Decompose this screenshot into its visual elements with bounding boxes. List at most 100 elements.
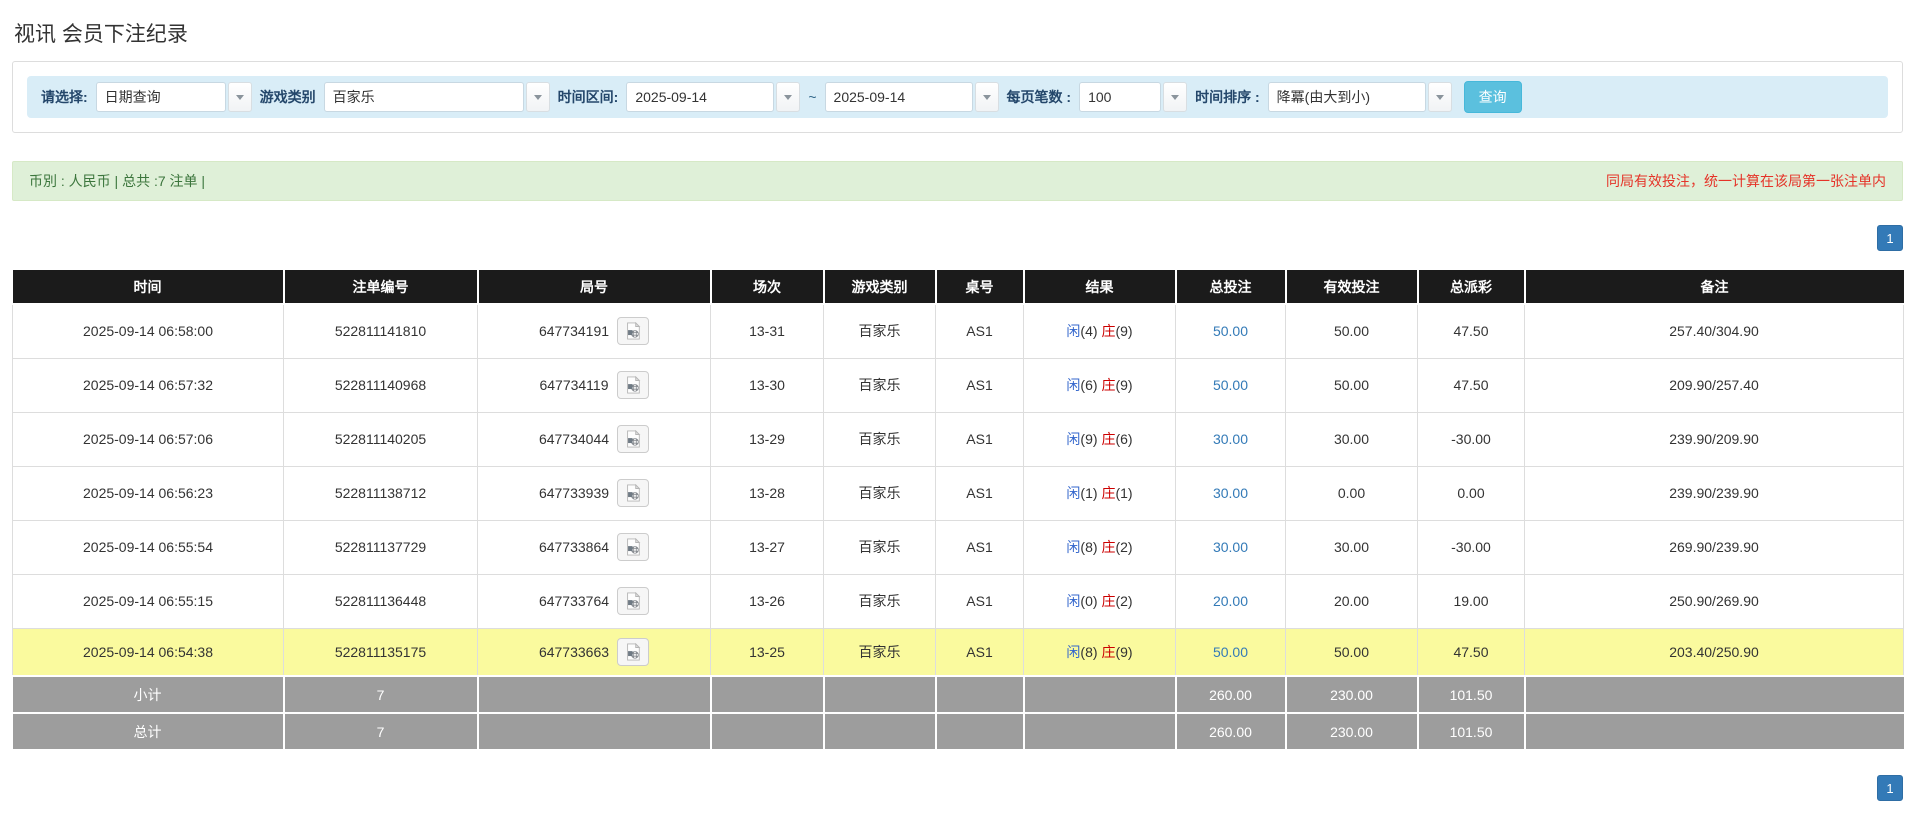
- game-type-label: 游戏类别: [259, 89, 316, 105]
- col-header-session: 场次: [709, 270, 825, 305]
- query-type-combobox[interactable]: 日期查询: [95, 82, 252, 112]
- page-1-button[interactable]: 1: [1877, 775, 1903, 801]
- cell-bet-id: 522811136448: [283, 573, 478, 629]
- grand-total-count: 7: [282, 712, 479, 751]
- player-label: 闲: [1066, 485, 1081, 501]
- select-label: 请选择:: [41, 89, 88, 105]
- video-replay-icon[interactable]: [616, 371, 649, 399]
- video-replay-icon[interactable]: [617, 637, 650, 666]
- chevron-down-icon[interactable]: [1163, 82, 1188, 112]
- chevron-down-icon[interactable]: [974, 82, 999, 112]
- cell-bet-id: 522811135175: [283, 627, 478, 677]
- cell-time: 2025-09-14 06:56:23: [12, 465, 284, 521]
- video-replay-icon[interactable]: [617, 425, 650, 453]
- total-bet-link[interactable]: 30.00: [1213, 539, 1248, 555]
- date-to-value[interactable]: 2025-09-14: [824, 82, 973, 112]
- date-from-value[interactable]: 2025-09-14: [626, 82, 775, 112]
- banker-score: (9): [1115, 323, 1133, 340]
- game-type-value[interactable]: 百家乐: [323, 82, 524, 112]
- banker-label: 庄: [1101, 643, 1116, 660]
- cell-valid-bet: 30.00: [1285, 411, 1418, 467]
- cell-valid-bet: 50.00: [1285, 627, 1418, 677]
- time-range-label: 时间区间:: [557, 89, 619, 105]
- cell-note: 257.40/304.90: [1524, 303, 1904, 359]
- total-bet-link[interactable]: 50.00: [1213, 323, 1248, 339]
- grand-total-label: 总计: [12, 712, 285, 751]
- cell-round-id: 647733764: [477, 573, 711, 629]
- chevron-down-icon[interactable]: [525, 82, 550, 112]
- video-replay-icon[interactable]: [617, 533, 650, 561]
- cell-session: 13-31: [710, 303, 824, 359]
- video-replay-icon[interactable]: [617, 479, 650, 507]
- cell-note: 269.90/239.90: [1524, 519, 1904, 575]
- chevron-down-icon[interactable]: [1427, 82, 1452, 112]
- cell-game-type: 百家乐: [823, 627, 936, 677]
- player-label: 闲: [1066, 539, 1081, 555]
- table-row: 2025-09-14 06:55:54 522811137729 6477338…: [12, 519, 1904, 575]
- cell-session: 13-27: [710, 519, 824, 575]
- valid-bet-notice-text: 同局有效投注，统一计算在该局第一张注单内: [1606, 173, 1886, 189]
- banker-score: (6): [1115, 431, 1133, 447]
- col-header-valid-bet: 有效投注: [1284, 270, 1419, 305]
- player-label: 闲: [1066, 431, 1081, 447]
- player-score: (6): [1080, 377, 1098, 393]
- round-id-text: 647733939: [538, 485, 610, 501]
- subtotal-total-bet: 260.00: [1174, 675, 1287, 714]
- subtotal-count: 7: [282, 675, 479, 714]
- player-label: 闲: [1066, 377, 1081, 393]
- date-to-picker[interactable]: 2025-09-14: [824, 82, 999, 112]
- table-row: 2025-09-14 06:56:23 522811138712 6477339…: [12, 465, 1904, 521]
- banker-score: (2): [1115, 539, 1133, 555]
- player-score: (4): [1080, 323, 1098, 340]
- total-bet-link[interactable]: 50.00: [1213, 377, 1248, 393]
- col-header-result: 结果: [1022, 270, 1177, 305]
- summary-bar: 币別 : 人民币 | 总共 :7 注单 | 同局有效投注，统一计算在该局第一张注…: [12, 161, 1903, 201]
- cell-time: 2025-09-14 06:55:15: [12, 573, 284, 629]
- time-sort-label: 时间排序 :: [1195, 89, 1260, 105]
- page-1-button[interactable]: 1: [1877, 225, 1903, 251]
- game-type-combobox[interactable]: 百家乐: [323, 82, 550, 112]
- total-bet-link[interactable]: 30.00: [1213, 485, 1248, 501]
- cell-time: 2025-09-14 06:55:54: [12, 519, 284, 575]
- cell-session: 13-26: [710, 573, 824, 629]
- cell-payout: 19.00: [1417, 573, 1525, 629]
- query-type-value[interactable]: 日期查询: [95, 82, 226, 112]
- round-id-text: 647734044: [538, 431, 610, 447]
- total-bet-link[interactable]: 50.00: [1213, 644, 1248, 660]
- video-replay-icon[interactable]: [617, 317, 650, 346]
- chevron-down-icon[interactable]: [776, 82, 801, 112]
- total-bet-link[interactable]: 20.00: [1213, 593, 1248, 609]
- page-size-combobox[interactable]: 100: [1079, 82, 1188, 112]
- cell-round-id: 647733864: [477, 519, 711, 575]
- page-size-value[interactable]: 100: [1079, 82, 1162, 112]
- cell-round-id: 647733663: [477, 627, 711, 677]
- grand-total-payout: 101.50: [1416, 712, 1526, 751]
- col-header-game-type: 游戏类别: [822, 270, 937, 305]
- cell-total-bet: 30.00: [1175, 465, 1286, 521]
- table-row: 2025-09-14 06:57:32 522811140968 6477341…: [12, 357, 1904, 413]
- video-replay-icon[interactable]: [617, 587, 650, 615]
- banker-label: 庄: [1101, 485, 1116, 501]
- grand-total-total-bet: 260.00: [1174, 712, 1287, 751]
- time-sort-value[interactable]: 降冪(由大到小): [1267, 82, 1426, 112]
- cell-time: 2025-09-14 06:57:06: [12, 411, 284, 467]
- round-id-text: 647734191: [538, 323, 610, 340]
- date-from-picker[interactable]: 2025-09-14: [626, 82, 801, 112]
- cell-table-no: AS1: [935, 303, 1024, 359]
- page-title: 视讯 会员下注纪录: [14, 23, 188, 46]
- player-label: 闲: [1066, 593, 1081, 609]
- chevron-down-icon[interactable]: [227, 82, 252, 112]
- cell-total-bet: 30.00: [1175, 411, 1286, 467]
- total-bet-link[interactable]: 30.00: [1213, 431, 1248, 447]
- cell-game-type: 百家乐: [823, 357, 936, 413]
- cell-round-id: 647734119: [477, 357, 711, 413]
- search-button[interactable]: 查询: [1463, 81, 1522, 113]
- cell-game-type: 百家乐: [823, 519, 936, 575]
- filter-panel: 请选择: 日期查询 游戏类别 百家乐 时间区间: 2025-09-14 ~ 20…: [12, 61, 1903, 133]
- cell-total-bet: 50.00: [1175, 627, 1286, 677]
- banker-label: 庄: [1101, 377, 1116, 393]
- round-id-text: 647733663: [538, 643, 610, 660]
- time-sort-combobox[interactable]: 降冪(由大到小): [1267, 82, 1452, 112]
- banker-label: 庄: [1101, 593, 1116, 609]
- col-header-bet-id: 注单编号: [282, 270, 479, 305]
